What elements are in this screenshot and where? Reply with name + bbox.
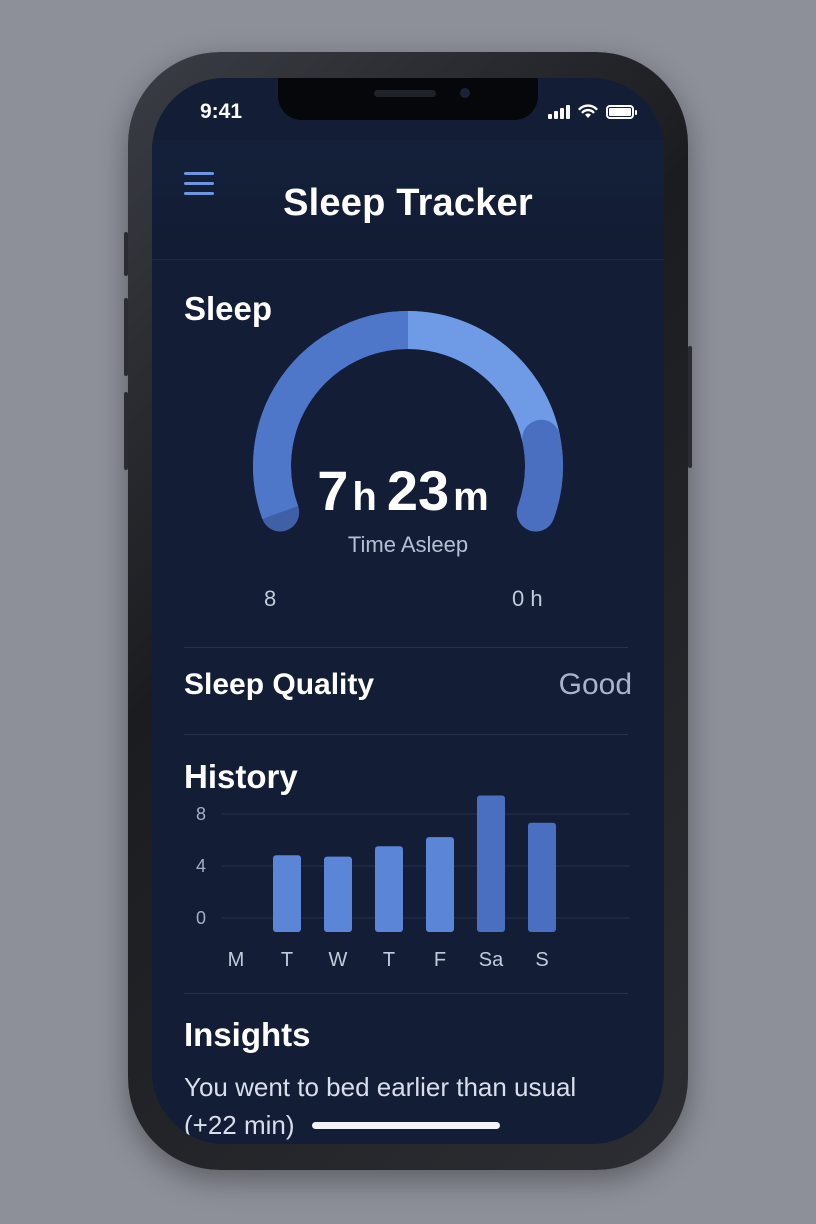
y-tick-label: 0 — [196, 908, 206, 928]
y-tick-label: 4 — [196, 856, 206, 876]
x-tick-label: F — [434, 949, 446, 971]
divider — [184, 993, 628, 994]
x-tick-label: M — [228, 949, 245, 971]
history-bar[interactable] — [273, 855, 301, 932]
history-bar-chart: 8 4 0 M T W T F Sa S — [196, 795, 630, 971]
history-bar[interactable] — [426, 837, 454, 932]
power-button — [688, 346, 692, 468]
y-tick-label: 8 — [196, 804, 206, 824]
phone-screen: 9:41 Sleep Tracker Sleep 7h23 m Time Asl… — [152, 78, 664, 1144]
mute-switch — [124, 232, 128, 276]
history-bar[interactable] — [324, 856, 352, 932]
phone-frame: 9:41 Sleep Tracker Sleep 7h23 m Time Asl… — [124, 52, 692, 1170]
history-bar[interactable] — [528, 822, 556, 932]
x-tick-label: T — [383, 949, 395, 971]
insight-text: You went to bed earlier than usual (+22 … — [184, 1072, 577, 1140]
volume-down-button — [124, 392, 128, 470]
home-indicator[interactable] — [312, 1122, 500, 1129]
history-bar[interactable] — [375, 846, 403, 932]
x-tick-label: S — [535, 949, 548, 971]
x-tick-label: W — [329, 949, 348, 971]
insights-section-title: Insights — [184, 1016, 311, 1053]
history-bar[interactable] — [477, 795, 505, 933]
volume-up-button — [124, 298, 128, 376]
x-tick-label: Sa — [479, 949, 504, 971]
x-tick-label: T — [281, 949, 293, 971]
